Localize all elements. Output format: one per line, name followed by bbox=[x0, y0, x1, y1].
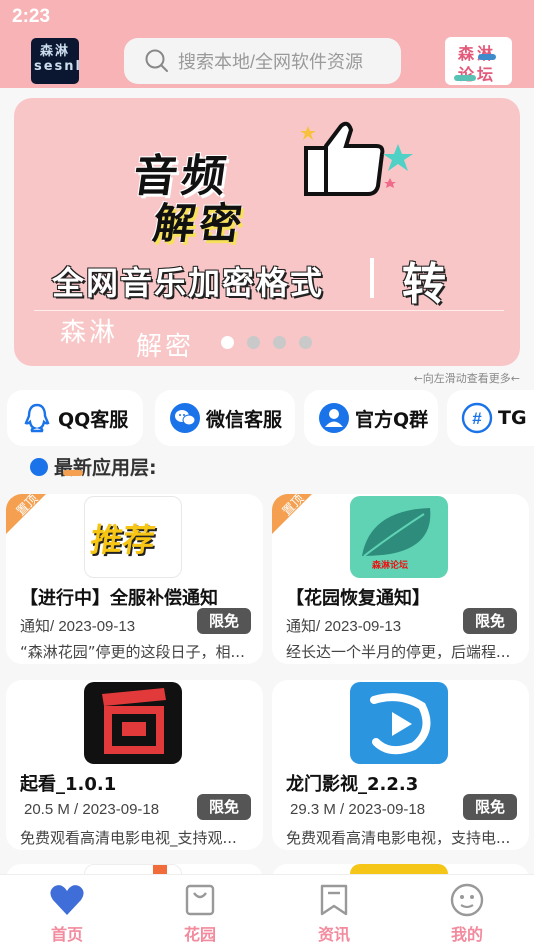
status-time: 2:23 bbox=[12, 6, 51, 27]
wechat-icon bbox=[170, 403, 200, 433]
recommend-icon-text: 推荐 bbox=[88, 521, 158, 559]
quick-links: QQ客服 微信客服 官方Q群 # TG bbox=[7, 390, 534, 446]
quick-link-group[interactable]: 官方Q群 bbox=[304, 390, 438, 446]
free-badge: 限免 bbox=[463, 608, 517, 634]
section-title: 最新应用层: bbox=[30, 453, 157, 480]
app-logo[interactable]: 森淋 sesnlin bbox=[31, 38, 79, 84]
app-card[interactable]: 置顶 森淋论坛 【花园恢复通知】 通知/ 2023-09-13 限免 经长达一个… bbox=[272, 494, 529, 664]
banner-brand-2: 解密 bbox=[136, 332, 195, 362]
tab-news[interactable]: 资讯 bbox=[299, 883, 369, 945]
quick-link-wechat[interactable]: 微信客服 bbox=[155, 390, 295, 446]
quick-link-qq[interactable]: QQ客服 bbox=[7, 390, 143, 446]
hash-icon: # bbox=[461, 402, 493, 434]
banner-separator bbox=[370, 258, 374, 298]
quick-link-tg[interactable]: # TG bbox=[447, 390, 534, 446]
search-icon bbox=[145, 49, 168, 72]
card-description: 免费观看高清电影电视_支持观... bbox=[20, 829, 237, 847]
carousel-dot[interactable] bbox=[221, 336, 234, 349]
forum-logo-line2: 论坛 bbox=[458, 65, 497, 84]
tab-garden[interactable]: 花园 bbox=[165, 883, 235, 945]
recommend-icon: 推荐 bbox=[84, 496, 182, 578]
free-badge: 限免 bbox=[197, 794, 251, 820]
bottom-tab-bar: 首页 花园 资讯 我的 bbox=[0, 874, 534, 949]
search-placeholder: 搜索本地/全网软件资源 bbox=[178, 52, 363, 72]
quick-link-label: TG bbox=[498, 407, 527, 429]
app-card[interactable]: 起看_1.0.1 20.5 M / 2023-09-18 限免 免费观看高清电影… bbox=[6, 680, 263, 850]
card-description: “森淋花园”停更的这段日子，相... bbox=[20, 643, 245, 661]
search-input[interactable]: 搜索本地/全网软件资源 bbox=[124, 38, 401, 84]
carousel-dot[interactable] bbox=[299, 336, 312, 349]
swipe-hint: ←向左滑动查看更多← bbox=[413, 372, 520, 385]
pinned-ribbon: 置顶 bbox=[6, 494, 46, 534]
banner-brand: 森淋 bbox=[60, 318, 119, 348]
leaf-icon: 森淋论坛 bbox=[350, 496, 448, 578]
app-logo-text: 森淋 sesnlin bbox=[34, 44, 79, 74]
qq-icon bbox=[24, 403, 50, 433]
carousel-dots[interactable] bbox=[221, 336, 312, 349]
card-title: 龙门影视_2.2.3 bbox=[286, 774, 419, 795]
tab-label: 资讯 bbox=[317, 925, 350, 944]
svg-text:#: # bbox=[472, 409, 482, 428]
card-meta: 通知/ 2023-09-13 bbox=[286, 618, 402, 635]
qikan-icon bbox=[84, 682, 182, 764]
app-card[interactable]: 置顶 推荐 【进行中】全服补偿通知 通知/ 2023-09-13 限免 “森淋花… bbox=[6, 494, 263, 664]
tab-mine[interactable]: 我的 bbox=[432, 883, 502, 945]
quick-link-label: 微信客服 bbox=[206, 408, 283, 431]
pinned-ribbon: 置顶 bbox=[272, 494, 312, 534]
forum-logo[interactable]: 森淋 论坛 bbox=[445, 37, 512, 85]
tab-label: 我的 bbox=[450, 925, 483, 944]
heart-icon bbox=[50, 885, 84, 915]
top-bar: 2:23 森淋 sesnlin 搜索本地/全网软件资源 森淋 论坛 bbox=[0, 0, 534, 88]
smile-icon bbox=[450, 883, 484, 917]
qikan-shape bbox=[102, 688, 166, 754]
tab-label: 首页 bbox=[50, 925, 83, 944]
forum-logo-bar bbox=[454, 75, 476, 81]
section-dot bbox=[30, 457, 48, 476]
card-title: 【进行中】全服补偿通知 bbox=[20, 588, 218, 609]
leaf-icon-text: 森淋论坛 bbox=[372, 561, 409, 571]
forum-logo-bar bbox=[478, 54, 496, 60]
card-meta: 通知/ 2023-09-13 bbox=[20, 618, 136, 635]
tab-label: 花园 bbox=[183, 925, 216, 944]
play-shape bbox=[370, 693, 431, 755]
bookmark-icon bbox=[320, 884, 348, 916]
quick-link-label: 官方Q群 bbox=[355, 408, 429, 431]
card-meta: 29.3 M / 2023-09-18 bbox=[290, 801, 426, 818]
play-icon bbox=[350, 682, 448, 764]
quick-link-label: QQ客服 bbox=[58, 408, 129, 431]
thumbs-up-icon bbox=[300, 121, 413, 196]
carousel-dot[interactable] bbox=[273, 336, 286, 349]
tab-home[interactable]: 首页 bbox=[32, 883, 102, 945]
free-badge: 限免 bbox=[463, 794, 517, 820]
card-title: 【花园恢复通知】 bbox=[286, 588, 430, 609]
card-meta: 20.5 M / 2023-09-18 bbox=[24, 801, 160, 818]
card-title: 起看_1.0.1 bbox=[20, 774, 117, 795]
banner-divider bbox=[34, 310, 504, 311]
banner-title-line2: 解密 bbox=[150, 199, 250, 248]
banner-subtitle: 全网音乐加密格式 bbox=[52, 264, 325, 302]
carousel-dot[interactable] bbox=[247, 336, 260, 349]
banner-action: 转 bbox=[402, 259, 446, 310]
app-card[interactable]: 龙门影视_2.2.3 29.3 M / 2023-09-18 限免 免费观看高清… bbox=[272, 680, 529, 850]
group-icon bbox=[319, 403, 349, 433]
card-description: 经长达一个半月的停更，后端程... bbox=[286, 643, 511, 661]
free-badge: 限免 bbox=[197, 608, 251, 634]
bag-icon bbox=[185, 884, 215, 916]
card-description: 免费观看高清电影电视，支持电... bbox=[286, 829, 511, 847]
promo-banner[interactable]: 音频 解密 全网音乐加密格式 转 森淋 解密 bbox=[14, 98, 520, 366]
section-underline bbox=[63, 470, 83, 476]
